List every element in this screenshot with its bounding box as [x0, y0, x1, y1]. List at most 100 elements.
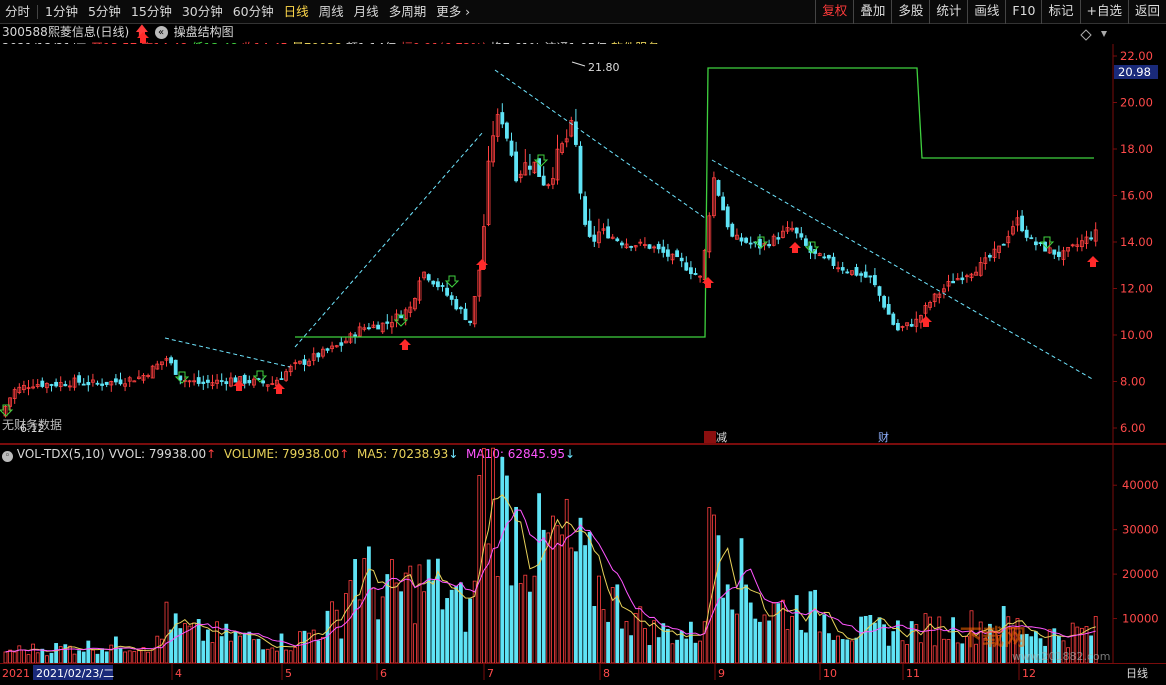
volume-bar — [698, 640, 702, 664]
volume-bar — [95, 653, 100, 664]
volume-bar — [238, 635, 243, 664]
volume-bar — [735, 613, 739, 664]
volume-bar — [371, 587, 376, 664]
volume-bar — [242, 632, 247, 664]
volume-bar — [675, 639, 679, 664]
candle-body — [1089, 237, 1093, 240]
volume-bar — [182, 623, 187, 664]
volume-bar — [454, 585, 459, 664]
month-label: 9 — [718, 667, 725, 680]
volume-bar — [620, 628, 624, 664]
volume-bar — [679, 630, 684, 664]
volume-bar — [31, 643, 36, 664]
volume-bar — [366, 546, 371, 664]
candle-body — [804, 238, 808, 246]
vol-tick-label: 20000 — [1122, 567, 1159, 581]
no-finance-label: 无财务数据 — [2, 417, 62, 432]
event-label-2: 财 — [878, 430, 889, 443]
volume-bar — [574, 551, 578, 664]
volume-bar — [532, 575, 537, 664]
candle-body — [951, 280, 955, 284]
month-label: 7 — [487, 667, 494, 680]
volume-bar — [136, 649, 141, 664]
candle-body — [100, 383, 104, 386]
volume-bar — [643, 628, 647, 664]
price-tick-label: 18.00 — [1120, 142, 1153, 156]
volume-bar — [693, 642, 698, 664]
candle-body — [1034, 241, 1038, 246]
volume-bar — [385, 574, 390, 664]
kline-chart[interactable]: 21.806.12无财务数据减财 22.0020.0018.0016.0014.… — [0, 0, 1166, 443]
volume-bar — [284, 649, 289, 664]
volume-bar — [297, 631, 302, 664]
volume-bar — [45, 655, 49, 664]
candle-body — [744, 237, 748, 243]
volume-bar — [261, 649, 266, 664]
volume-bar — [827, 633, 831, 664]
candle-body — [205, 379, 210, 383]
volume-bar — [21, 649, 26, 664]
candle-body — [54, 381, 58, 387]
candle-body — [615, 238, 620, 242]
volume-bar — [164, 601, 169, 664]
volume-bar — [891, 631, 896, 664]
watermark-logo: 下载网 — [960, 626, 1027, 651]
volume-bar — [279, 633, 284, 664]
volume-bar — [854, 637, 859, 664]
candle-body — [684, 262, 689, 271]
volume-bar — [951, 617, 955, 664]
volume-bar — [500, 456, 505, 664]
volume-bar — [132, 651, 137, 664]
event-label-1: 减 — [716, 431, 727, 443]
candle-body — [716, 180, 721, 196]
candle-body — [661, 246, 666, 253]
candle-body — [1020, 215, 1024, 232]
volume-bar — [17, 645, 22, 664]
volume-bar — [394, 582, 399, 664]
candle-body — [468, 320, 473, 323]
price-tick-label: 22.00 — [1120, 49, 1153, 63]
volume-bar — [412, 623, 417, 664]
candle-body — [988, 255, 992, 258]
volume-bar — [205, 629, 210, 664]
candle-body — [574, 121, 578, 145]
candle-body — [592, 234, 597, 242]
candle-body — [891, 313, 896, 325]
candle-body — [794, 227, 799, 234]
candle-body — [224, 381, 229, 385]
volume-bar — [647, 645, 652, 664]
volume-bar — [739, 538, 744, 664]
volume-bar — [380, 596, 385, 664]
volume-bar — [583, 545, 587, 664]
candle-body — [859, 273, 863, 276]
volume-bar — [316, 640, 321, 664]
volume-bar — [840, 639, 845, 664]
volume-bar — [114, 636, 118, 664]
volume-bar — [109, 644, 114, 664]
candle-body — [748, 242, 753, 245]
volume-bar — [624, 620, 629, 664]
volume-bar — [537, 493, 541, 664]
ma10-line — [5, 509, 1096, 653]
candle-body — [882, 296, 886, 308]
volume-bar — [146, 651, 151, 664]
event-marker-bg — [704, 431, 716, 443]
month-label: 4 — [175, 667, 182, 680]
volume-bar — [886, 645, 891, 664]
volume-bar — [104, 651, 109, 664]
volume-bar — [762, 614, 767, 664]
candle-body — [873, 275, 877, 286]
volume-bar — [288, 650, 293, 664]
volume-bar — [40, 648, 45, 664]
volume-bar — [449, 589, 454, 664]
candle-body — [1029, 237, 1034, 240]
volume-bar — [228, 640, 233, 664]
ma5-line — [5, 494, 1096, 653]
volume-bar — [666, 629, 670, 664]
volume-bar — [389, 559, 394, 664]
candle-body — [583, 196, 587, 225]
volume-bar — [504, 475, 509, 664]
month-label: 10 — [823, 667, 837, 680]
volume-bar — [863, 615, 868, 664]
period-tag: 日线 — [1126, 666, 1148, 680]
